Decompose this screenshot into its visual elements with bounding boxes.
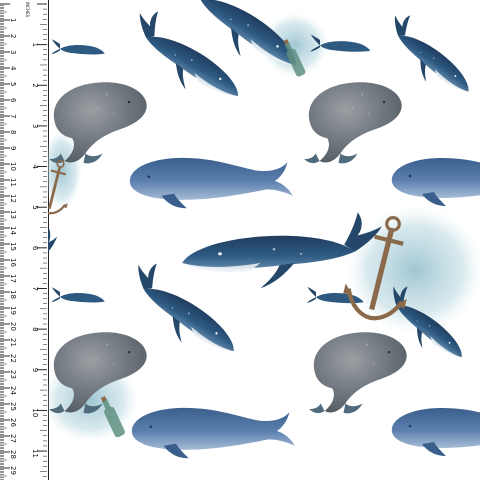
ruler-cm-label: 2 bbox=[9, 34, 17, 38]
ruler-cm-label: 19 bbox=[9, 306, 17, 315]
ruler-cm-label: 7 bbox=[9, 114, 17, 118]
small-whale-icon bbox=[51, 287, 105, 303]
sperm-whale-icon bbox=[309, 332, 407, 414]
ruler-unit-label: INCHES bbox=[25, 2, 30, 18]
ruler-cm-label: 11 bbox=[9, 178, 17, 187]
ruler-cm-label: 14 bbox=[9, 226, 17, 235]
ruler-cm-label: 15 bbox=[9, 242, 17, 251]
ruler-labels: INCHES 123456789101112131415161718192021… bbox=[9, 2, 39, 475]
ruler-cm-label: 6 bbox=[9, 98, 17, 103]
blue-whale-icon bbox=[131, 407, 295, 459]
ruler-inch-label: 1 bbox=[31, 43, 39, 47]
ruler-cm-label: 12 bbox=[9, 194, 17, 203]
ruler-inch-label: 7 bbox=[31, 286, 39, 290]
ruler-inch-label: 3 bbox=[31, 124, 39, 128]
ruler-cm-label: 27 bbox=[9, 434, 17, 443]
ruler-cm-label: 8 bbox=[9, 130, 17, 134]
ruler-inch-label: 4 bbox=[31, 165, 39, 170]
ruler-cm-label: 26 bbox=[9, 418, 17, 427]
ruler-cm-label: 3 bbox=[9, 50, 17, 54]
sperm-whale-icon bbox=[304, 82, 402, 164]
ruler-inch-label: 6 bbox=[31, 246, 39, 251]
ruler-cm-label: 10 bbox=[9, 162, 17, 171]
ruler-cm-label: 1 bbox=[9, 18, 17, 22]
ruler-cm-label: 9 bbox=[9, 146, 17, 150]
ruler-cm-label: 25 bbox=[9, 402, 17, 411]
blue-whale-icon bbox=[129, 157, 293, 209]
ruler-cm-label: 29 bbox=[9, 466, 17, 475]
blue-whale-icon bbox=[391, 408, 480, 456]
ruler-inch-label: 9 bbox=[31, 368, 39, 372]
ruler-cm-label: 18 bbox=[9, 290, 17, 299]
ruler-inch-label: 5 bbox=[31, 205, 39, 209]
ruler-cm-label: 17 bbox=[9, 274, 17, 283]
blue-whale-icon bbox=[391, 158, 480, 206]
ruler-cm-label: 5 bbox=[9, 82, 17, 86]
ruler-inch-label: 10 bbox=[31, 408, 39, 417]
ruler-cm-label: 23 bbox=[9, 370, 17, 379]
ruler-cm-label: 4 bbox=[9, 66, 17, 71]
humpback-whale-icon bbox=[48, 228, 58, 275]
ruler-cm-label: 21 bbox=[9, 338, 17, 347]
fabric-swatch: INCHES 1 2 3 4 5 6 7 8 9 10 11 12 13 14 15 16 17 18 19 20 21… bbox=[0, 0, 480, 480]
ruler-inch-label: 11 bbox=[31, 449, 39, 458]
ruler-inch-label: 8 bbox=[31, 327, 39, 331]
small-whale-icon bbox=[51, 39, 105, 55]
ruler-inch-label: 2 bbox=[31, 83, 39, 87]
ruler-cm-label: 28 bbox=[9, 450, 17, 459]
ruler-cm-label: 13 bbox=[9, 210, 17, 219]
ruler-cm-label: 24 bbox=[9, 386, 17, 395]
ruler-cm-label: 20 bbox=[9, 322, 17, 331]
ruler-cm-label: 22 bbox=[9, 354, 17, 363]
measuring-ruler: INCHES 123456789101112131415161718192021… bbox=[0, 0, 49, 480]
whale-pattern bbox=[48, 0, 480, 459]
ruler-cm-label: 16 bbox=[9, 258, 17, 267]
